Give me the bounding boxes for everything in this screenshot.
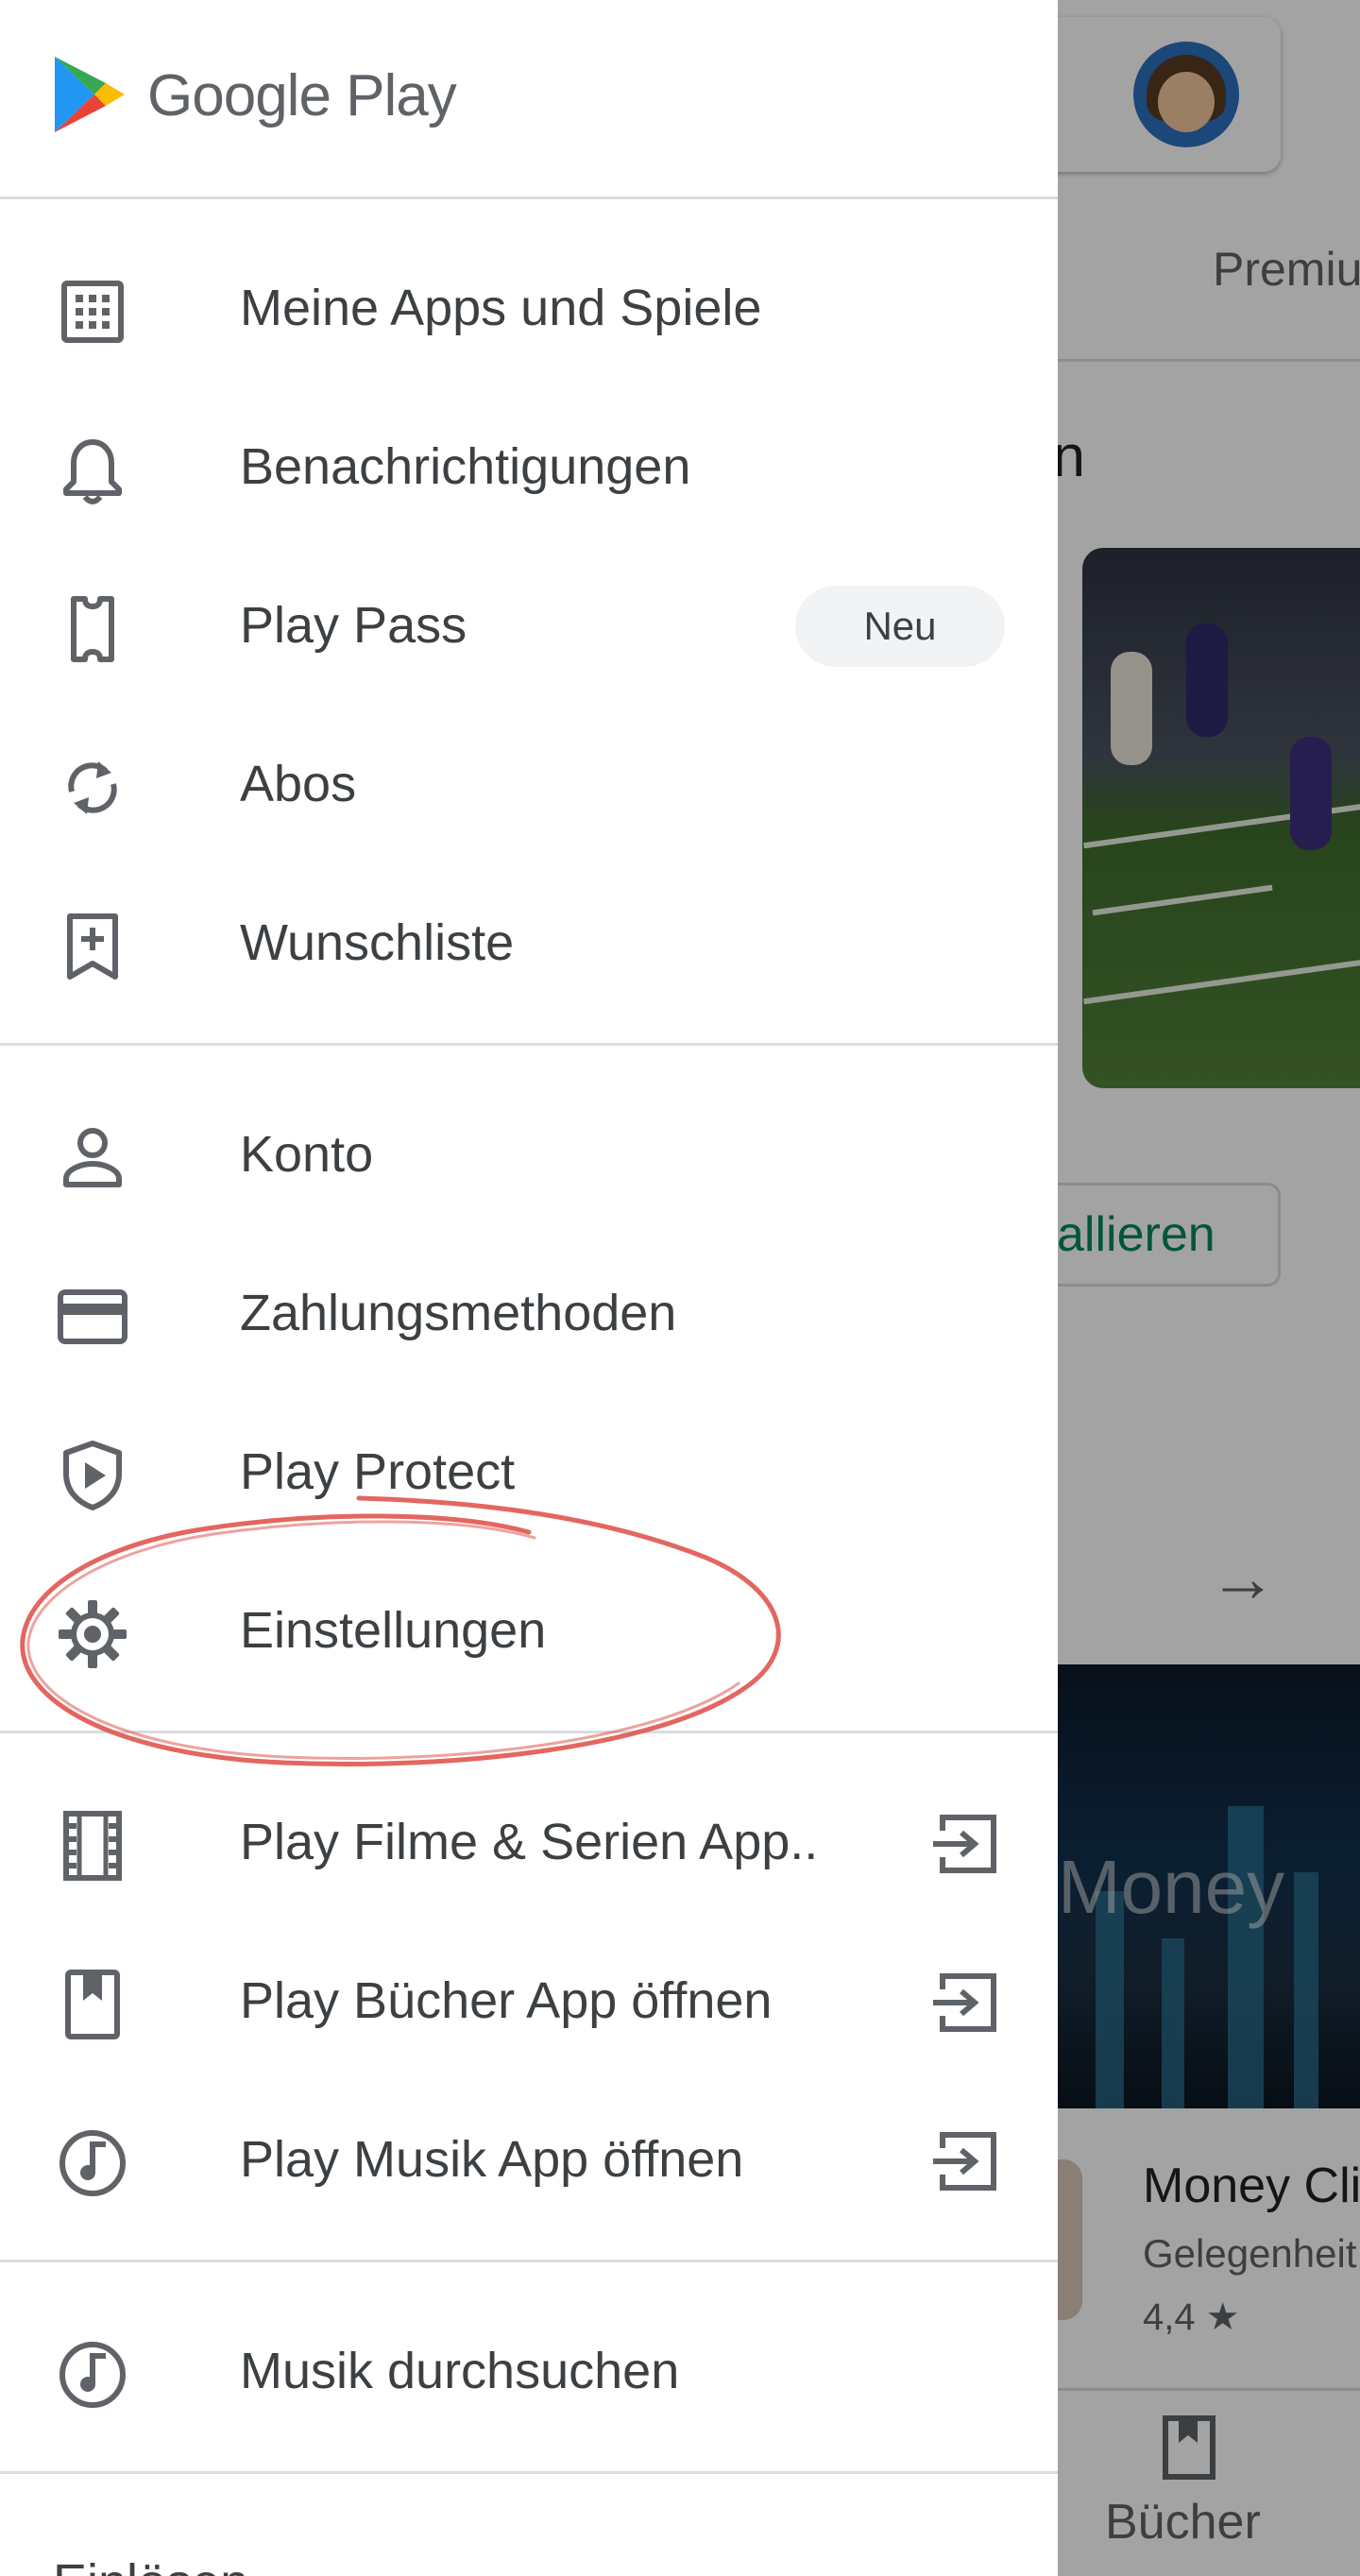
bookmark-add-icon xyxy=(55,909,130,984)
menu-item-label: Abos xyxy=(240,756,357,812)
new-badge: Neu xyxy=(795,586,1005,667)
shield-play-icon xyxy=(55,1438,130,1513)
film-icon xyxy=(55,1808,130,1884)
menu-item-browse-music[interactable]: Musik durchsuchen xyxy=(0,2288,1058,2447)
divider xyxy=(0,2260,1058,2262)
refresh-icon xyxy=(55,750,130,826)
google-play-logo-icon xyxy=(55,57,125,132)
menu-item-label: Musik durchsuchen xyxy=(240,2343,680,2399)
open-app-icon[interactable] xyxy=(927,1806,1003,1882)
menu-item-label: Wunschliste xyxy=(240,914,515,971)
menu-item-play-movies[interactable]: Play Filme & Serien App.. xyxy=(0,1759,1058,1918)
divider xyxy=(0,1731,1058,1733)
music-note-circle-icon xyxy=(55,2125,130,2201)
menu-item-label: Play Pass xyxy=(240,597,468,654)
app-logo-text: Google Play xyxy=(147,63,457,128)
menu-item-label: Zahlungsmethoden xyxy=(240,1285,677,1341)
menu-item-label: Meine Apps und Spiele xyxy=(240,280,762,336)
menu-item-label: Play Bücher App öffnen xyxy=(240,1972,773,2029)
menu-item-label: Einlösen xyxy=(53,2553,248,2576)
menu-item-play-protect[interactable]: Play Protect xyxy=(0,1389,1058,1547)
ticket-icon xyxy=(55,591,130,667)
divider xyxy=(0,1043,1058,1046)
menu-item-account[interactable]: Konto xyxy=(0,1071,1058,1230)
divider xyxy=(0,196,1058,199)
drawer-header: Google Play xyxy=(0,0,1058,198)
menu-item-subscriptions[interactable]: Abos xyxy=(0,701,1058,860)
menu-item-wishlist[interactable]: Wunschliste xyxy=(0,860,1058,1018)
credit-card-icon xyxy=(55,1279,130,1355)
menu-item-payment-methods[interactable]: Zahlungsmethoden xyxy=(0,1230,1058,1389)
music-note-circle-icon xyxy=(55,2337,130,2413)
apps-grid-icon xyxy=(55,274,130,350)
menu-item-label: Benachrichtigungen xyxy=(240,438,691,495)
menu-item-my-apps[interactable]: Meine Apps und Spiele xyxy=(0,225,1058,384)
menu-item-label: Play Protect xyxy=(240,1443,516,1500)
open-app-icon[interactable] xyxy=(927,1965,1003,2040)
book-icon xyxy=(55,1967,130,2042)
divider xyxy=(0,2471,1058,2474)
menu-item-redeem[interactable]: Einlösen xyxy=(0,2499,1058,2576)
menu-item-play-music[interactable]: Play Musik App öffnen xyxy=(0,2076,1058,2235)
menu-item-label: Konto xyxy=(240,1126,374,1183)
bell-icon xyxy=(55,433,130,508)
open-app-icon[interactable] xyxy=(927,2124,1003,2199)
menu-item-settings[interactable]: Einstellungen xyxy=(0,1547,1058,1706)
gear-icon xyxy=(55,1596,130,1672)
menu-item-play-pass[interactable]: Play Pass Neu xyxy=(0,542,1058,701)
navigation-drawer: Google Play Meine Apps und Spiele Benach… xyxy=(0,0,1058,2576)
menu-item-play-books[interactable]: Play Bücher App öffnen xyxy=(0,1918,1058,2076)
menu-item-label: Einstellungen xyxy=(240,1602,547,1659)
menu-item-label: Play Musik App öffnen xyxy=(240,2131,744,2188)
person-icon xyxy=(55,1120,130,1196)
menu-item-label: Play Filme & Serien App.. xyxy=(240,1814,819,1870)
menu-item-notifications[interactable]: Benachrichtigungen xyxy=(0,384,1058,542)
